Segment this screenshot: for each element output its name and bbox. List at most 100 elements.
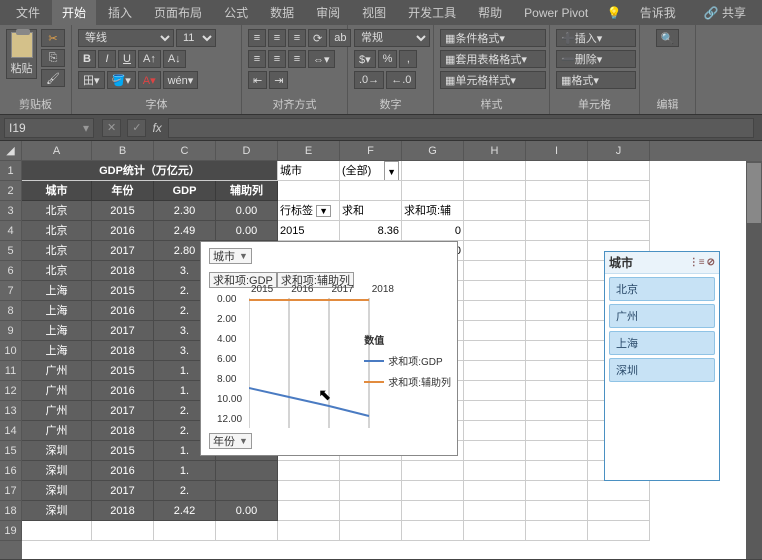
share-button[interactable]: 🔗 共享	[694, 0, 756, 25]
cell-A3[interactable]: 北京	[22, 201, 92, 221]
cell-C17[interactable]: 2.	[154, 481, 216, 501]
cell-E3[interactable]: 行标签 ▼	[278, 201, 340, 221]
cell-J2[interactable]	[588, 181, 650, 201]
cell-B14[interactable]: 2018	[92, 421, 154, 441]
formula-input[interactable]	[168, 118, 754, 138]
cut-button[interactable]: ✂	[41, 29, 65, 47]
cell-G19[interactable]	[402, 521, 464, 541]
cell-D3[interactable]: 0.00	[216, 201, 278, 221]
cell-A9[interactable]: 上海	[22, 321, 92, 341]
tab-home[interactable]: 开始	[52, 0, 96, 25]
cell-A7[interactable]: 上海	[22, 281, 92, 301]
cell-J17[interactable]	[588, 481, 650, 501]
cell-H14[interactable]	[464, 421, 526, 441]
bold-button[interactable]: B	[78, 50, 96, 68]
cell-I13[interactable]	[526, 401, 588, 421]
font-color-button[interactable]: A▾	[138, 71, 161, 89]
merge-button[interactable]: ⇔▾	[308, 50, 335, 68]
cell-B2[interactable]: 年份	[92, 181, 154, 201]
cell-F16[interactable]	[340, 461, 402, 481]
cell-E4[interactable]: 2015	[278, 221, 340, 241]
cell-B3[interactable]: 2015	[92, 201, 154, 221]
tab-view[interactable]: 视图	[352, 0, 396, 25]
tab-help[interactable]: 帮助	[468, 0, 512, 25]
font-name-select[interactable]: 等线	[78, 29, 174, 47]
fx-icon[interactable]: fx	[152, 121, 161, 135]
cell-I17[interactable]	[526, 481, 588, 501]
row-header-17[interactable]: 17	[0, 481, 22, 501]
cell-I11[interactable]	[526, 361, 588, 381]
row-header-2[interactable]: 2	[0, 181, 22, 201]
vertical-scrollbar[interactable]	[746, 161, 762, 559]
cell-D16[interactable]	[216, 461, 278, 481]
cell-I8[interactable]	[526, 301, 588, 321]
cell-J19[interactable]	[588, 521, 650, 541]
copy-button[interactable]: ⎘	[41, 49, 65, 67]
column-header-F[interactable]: F	[340, 141, 402, 161]
cell-I1[interactable]	[526, 161, 588, 181]
cell-I19[interactable]	[526, 521, 588, 541]
cell-E2[interactable]	[278, 181, 340, 201]
cell-F18[interactable]	[340, 501, 402, 521]
cell-B19[interactable]	[92, 521, 154, 541]
row-header-8[interactable]: 8	[0, 301, 22, 321]
row-header-13[interactable]: 13	[0, 401, 22, 421]
cell-B15[interactable]: 2015	[92, 441, 154, 461]
chart-city-filter[interactable]: 城市▼	[209, 248, 252, 264]
cell-H17[interactable]	[464, 481, 526, 501]
cell-A19[interactable]	[22, 521, 92, 541]
cell-J4[interactable]	[588, 221, 650, 241]
align-bottom-button[interactable]: ≡	[288, 29, 306, 47]
cell-A6[interactable]: 北京	[22, 261, 92, 281]
cell-B13[interactable]: 2017	[92, 401, 154, 421]
cell-C18[interactable]: 2.42	[154, 501, 216, 521]
cell-J1[interactable]	[588, 161, 650, 181]
percent-button[interactable]: %	[378, 50, 398, 68]
cell-G3[interactable]: 求和项:辅助列	[402, 201, 464, 221]
cell-J18[interactable]	[588, 501, 650, 521]
row-header-15[interactable]: 15	[0, 441, 22, 461]
cell-H9[interactable]	[464, 321, 526, 341]
cell-B9[interactable]: 2017	[92, 321, 154, 341]
cell-H8[interactable]	[464, 301, 526, 321]
chart-year-filter[interactable]: 年份▼	[209, 433, 252, 449]
cell-I12[interactable]	[526, 381, 588, 401]
cell-I15[interactable]	[526, 441, 588, 461]
select-all-corner[interactable]: ◢	[0, 141, 22, 161]
slicer-multi-icon[interactable]: ⋮≡	[689, 257, 705, 268]
cell-D2[interactable]: 辅助列	[216, 181, 278, 201]
cell-B4[interactable]: 2016	[92, 221, 154, 241]
column-header-C[interactable]: C	[154, 141, 216, 161]
borders-button[interactable]: 田▾	[78, 71, 105, 89]
cell-D18[interactable]: 0.00	[216, 501, 278, 521]
cell-F1[interactable]: (全部)▼	[340, 161, 402, 181]
tab-review[interactable]: 审阅	[306, 0, 350, 25]
cell-H12[interactable]	[464, 381, 526, 401]
align-center-button[interactable]: ≡	[268, 50, 286, 68]
cell-I9[interactable]	[526, 321, 588, 341]
underline-button[interactable]: U	[118, 50, 136, 68]
cell-F3[interactable]: 求和项:GDP	[340, 201, 402, 221]
cell-H4[interactable]	[464, 221, 526, 241]
cell-H11[interactable]	[464, 361, 526, 381]
cell-I14[interactable]	[526, 421, 588, 441]
cell-H18[interactable]	[464, 501, 526, 521]
cell-F2[interactable]	[340, 181, 402, 201]
cell-E16[interactable]	[278, 461, 340, 481]
align-right-button[interactable]: ≡	[288, 50, 306, 68]
cell-B7[interactable]: 2015	[92, 281, 154, 301]
decrease-font-button[interactable]: A↓	[163, 50, 186, 68]
cell-H3[interactable]	[464, 201, 526, 221]
format-cells-button[interactable]: ▦ 格式 ▾	[556, 71, 636, 89]
align-top-button[interactable]: ≡	[248, 29, 266, 47]
cancel-formula-button[interactable]: ✕	[102, 119, 121, 137]
tell-me[interactable]: 告诉我	[630, 0, 686, 25]
slicer-item-广州[interactable]: 广州	[609, 304, 715, 328]
cell-G18[interactable]	[402, 501, 464, 521]
orientation-button[interactable]: ⟳	[308, 29, 327, 47]
cell-A5[interactable]: 北京	[22, 241, 92, 261]
cell-J3[interactable]	[588, 201, 650, 221]
tab-file[interactable]: 文件	[6, 0, 50, 25]
column-header-I[interactable]: I	[526, 141, 588, 161]
column-header-A[interactable]: A	[22, 141, 92, 161]
